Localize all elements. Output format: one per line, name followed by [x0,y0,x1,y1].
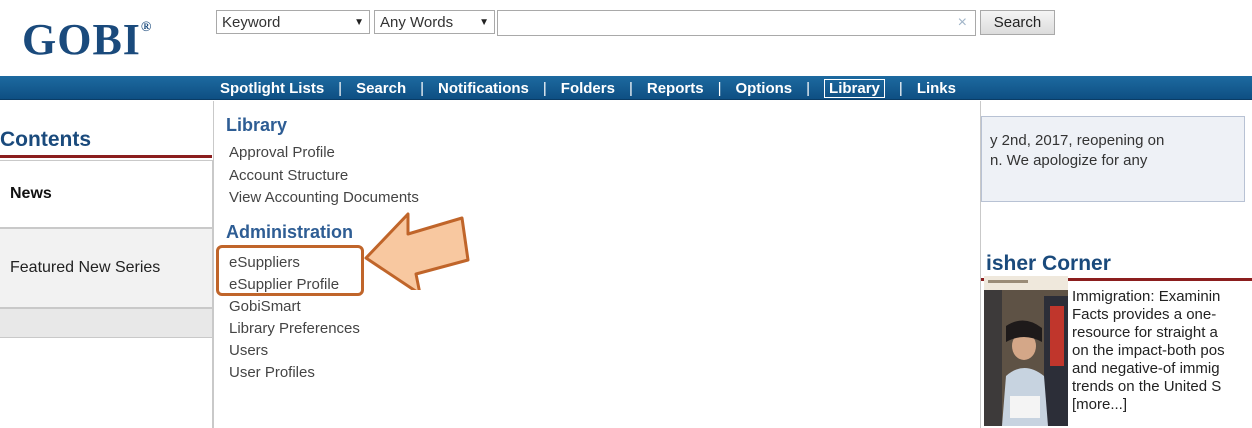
menu-item-library-preferences[interactable]: Library Preferences [229,320,360,337]
clear-icon[interactable]: × [958,14,967,32]
logo-text: GOBI [22,15,141,64]
menu-item-user-profiles[interactable]: User Profiles [229,364,315,381]
search-type-value: Keyword [222,13,281,31]
book-cover-image[interactable] [984,276,1068,426]
registered-mark: ® [140,20,153,35]
nav-separator: | [420,79,425,97]
match-type-select[interactable]: Any Words ▼ [374,10,495,34]
gobi-logo[interactable]: GOBI® [22,14,152,65]
blurb-line: Immigration: Examinin [1072,288,1221,305]
menu-item-account-structure[interactable]: Account Structure [229,167,348,184]
administration-heading: Administration [226,222,354,242]
nav-spotlight-lists[interactable]: Spotlight Lists [220,80,324,97]
tab-more[interactable] [0,308,212,338]
nav-notifications[interactable]: Notifications [438,80,529,97]
nav-search[interactable]: Search [356,80,406,97]
nav-separator: | [542,79,547,97]
menu-item-gobismart[interactable]: GobiSmart [229,298,301,315]
nav-items: Spotlight Lists | Search | Notifications… [220,76,956,100]
dropdown-arrow-icon: ▼ [479,16,489,28]
nav-folders[interactable]: Folders [561,80,615,97]
search-button[interactable]: Search [980,10,1055,35]
nav-reports[interactable]: Reports [647,80,704,97]
publisher-blurb: Immigration: Examinin Facts provides a o… [1072,288,1252,414]
book-cover-photo [984,276,1068,426]
menu-item-users[interactable]: Users [229,342,268,359]
library-heading: Library [226,115,288,135]
search-type-select[interactable]: Keyword ▼ [216,10,370,34]
more-link[interactable]: [more...] [1072,396,1252,414]
nav-links[interactable]: Links [917,80,956,97]
blurb-line: and negative-of immig [1072,360,1220,377]
section-divider [0,155,212,158]
nav-separator: | [338,79,343,97]
nav-options[interactable]: Options [735,80,792,97]
dropdown-arrow-icon: ▼ [354,16,364,28]
tab-news[interactable]: News [0,160,212,228]
menu-item-view-accounting-documents[interactable]: View Accounting Documents [229,189,419,206]
blurb-line: on the impact-both pos [1072,342,1225,359]
blurb-line: resource for straight a [1072,324,1218,341]
menu-item-approval-profile[interactable]: Approval Profile [229,144,335,161]
nav-separator: | [717,79,722,97]
nav-separator: | [806,79,811,97]
nav-library[interactable]: Library [824,78,885,98]
blurb-line: trends on the United S [1072,378,1222,395]
contents-heading: Contents [0,128,91,151]
notice-line: y 2nd, 2017, reopening on [990,132,1165,149]
search-input[interactable]: × [497,10,976,36]
highlight-box [216,245,364,296]
notice-box: y 2nd, 2017, reopening on n. We apologiz… [981,116,1245,202]
pointer-arrow-icon [364,212,470,290]
publisher-corner-heading: isher Corner [986,252,1111,275]
notice-line: n. We apologize for any [990,152,1148,169]
nav-separator: | [898,79,903,97]
match-type-value: Any Words [380,13,454,31]
blurb-line: Facts provides a one- [1072,306,1217,323]
main-nav-bar: Spotlight Lists | Search | Notifications… [0,76,1252,100]
tab-featured-new-series[interactable]: Featured New Series [0,228,212,308]
nav-separator: | [628,79,633,97]
